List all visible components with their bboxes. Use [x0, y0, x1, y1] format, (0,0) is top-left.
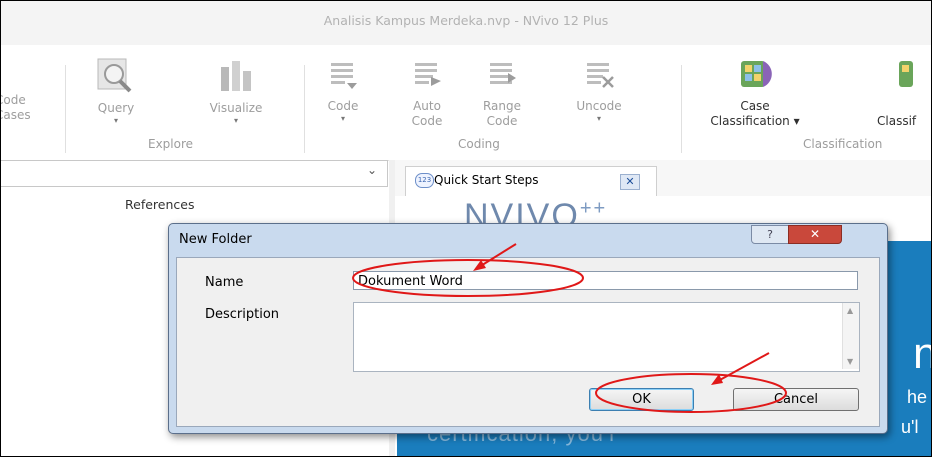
query-icon	[97, 58, 132, 93]
code-button[interactable]: Code ▾	[321, 59, 365, 124]
uncode-button[interactable]: Uncode ▾	[569, 59, 629, 124]
scroll-up-icon[interactable]: ▲	[847, 306, 853, 315]
case-classification-label-1: Case	[740, 99, 770, 113]
code-label: Code	[327, 99, 359, 113]
ribbon: Code Cases Query ▾ Visualize ▾ Explore	[1, 45, 931, 161]
uncode-icon	[587, 63, 614, 88]
uncode-label: Uncode	[576, 99, 622, 113]
code-dropdown-arrow: ▾	[340, 114, 345, 123]
auto-code-label-1: Auto	[413, 99, 441, 113]
visualize-label: Visualize	[209, 101, 263, 115]
code-cases-button[interactable]: Code Cases	[1, 93, 31, 123]
close-icon[interactable]: ✕	[620, 174, 640, 190]
title-bar: Analisis Kampus Merdeka.nvp - NVivo 12 P…	[1, 1, 931, 45]
range-code-label-2: Code	[486, 114, 518, 128]
app-window: Analisis Kampus Merdeka.nvp - NVivo 12 P…	[0, 0, 932, 457]
query-label: Query	[97, 101, 135, 115]
range-code-button[interactable]: Range Code	[477, 59, 527, 129]
description-label: Description	[205, 307, 280, 322]
classification-icon	[899, 61, 913, 87]
description-scrollbar[interactable]: ▲ ▼	[842, 303, 859, 369]
auto-code-button[interactable]: Auto Code	[405, 59, 449, 129]
ribbon-separator	[65, 65, 66, 153]
chevron-down-icon[interactable]: ⌄	[367, 163, 377, 177]
classification-partial-label: Classif	[877, 114, 917, 128]
code-cases-label-2: Cases	[1, 108, 31, 122]
dialog-body: Name Dokument Word Description ▲ ▼ OK Ca…	[176, 257, 880, 427]
visualize-dropdown-arrow: ▾	[233, 116, 238, 125]
cancel-button[interactable]: Cancel	[733, 388, 859, 411]
coding-group-label: Coding	[458, 137, 500, 151]
explore-group-label: Explore	[148, 137, 194, 151]
classification-button-partial[interactable]: Classif	[877, 55, 916, 129]
code-cases-label-1: Code	[1, 93, 26, 107]
range-code-icon	[490, 63, 516, 84]
auto-code-label-2: Code	[411, 114, 443, 128]
auto-code-icon	[415, 63, 441, 86]
logo-plus: ++	[579, 197, 608, 220]
uncode-dropdown-arrow: ▾	[596, 114, 601, 123]
code-icon	[331, 63, 357, 89]
query-dropdown-arrow: ▾	[113, 116, 118, 125]
case-classification-label-2: Classification ▾	[710, 114, 800, 128]
name-input[interactable]: Dokument Word	[353, 271, 858, 290]
ok-button[interactable]: OK	[589, 388, 694, 411]
bar-chart-icon	[221, 61, 251, 91]
quick-start-icon: 123	[415, 173, 434, 188]
dialog-close-button[interactable]: ✕	[788, 225, 842, 244]
case-classification-button[interactable]: Case Classification ▾	[701, 55, 809, 129]
ribbon-separator	[304, 65, 305, 153]
visualize-button[interactable]: Visualize ▾	[191, 57, 281, 126]
references-column-header[interactable]: References	[125, 197, 194, 212]
scroll-down-icon[interactable]: ▼	[847, 357, 853, 366]
name-label: Name	[205, 275, 244, 290]
banner-text: he	[907, 387, 928, 407]
query-button[interactable]: Query ▾	[86, 57, 146, 126]
classification-group-label: Classification	[803, 137, 883, 151]
tab-quick-start-steps[interactable]: 123 Quick Start Steps ✕	[405, 166, 657, 197]
new-folder-dialog: New Folder ? ✕ Name Dokument Word Descri…	[168, 223, 888, 434]
description-input[interactable]: ▲ ▼	[353, 302, 860, 372]
folder-combo[interactable]: ⌄	[1, 160, 388, 187]
range-code-label-1: Range	[482, 99, 522, 113]
window-title: Analisis Kampus Merdeka.nvp - NVivo 12 P…	[323, 13, 609, 28]
banner-text: n	[913, 329, 931, 379]
banner-text: u'l	[901, 417, 919, 437]
dialog-title: New Folder	[179, 232, 252, 247]
case-classification-icon	[741, 61, 772, 87]
help-button[interactable]: ?	[751, 225, 789, 244]
ribbon-separator	[681, 65, 682, 153]
tab-label: Quick Start Steps	[434, 173, 539, 187]
